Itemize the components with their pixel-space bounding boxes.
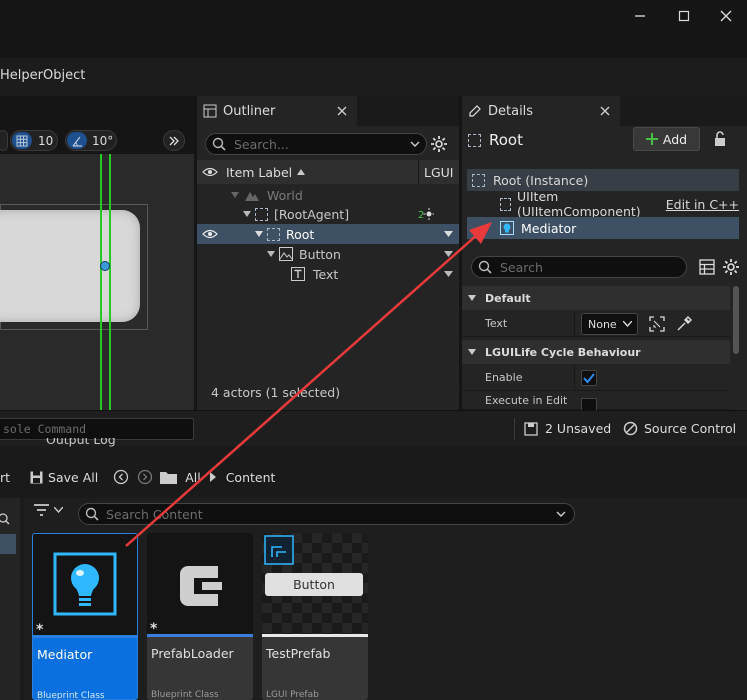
annotation-arrow [125,222,492,547]
